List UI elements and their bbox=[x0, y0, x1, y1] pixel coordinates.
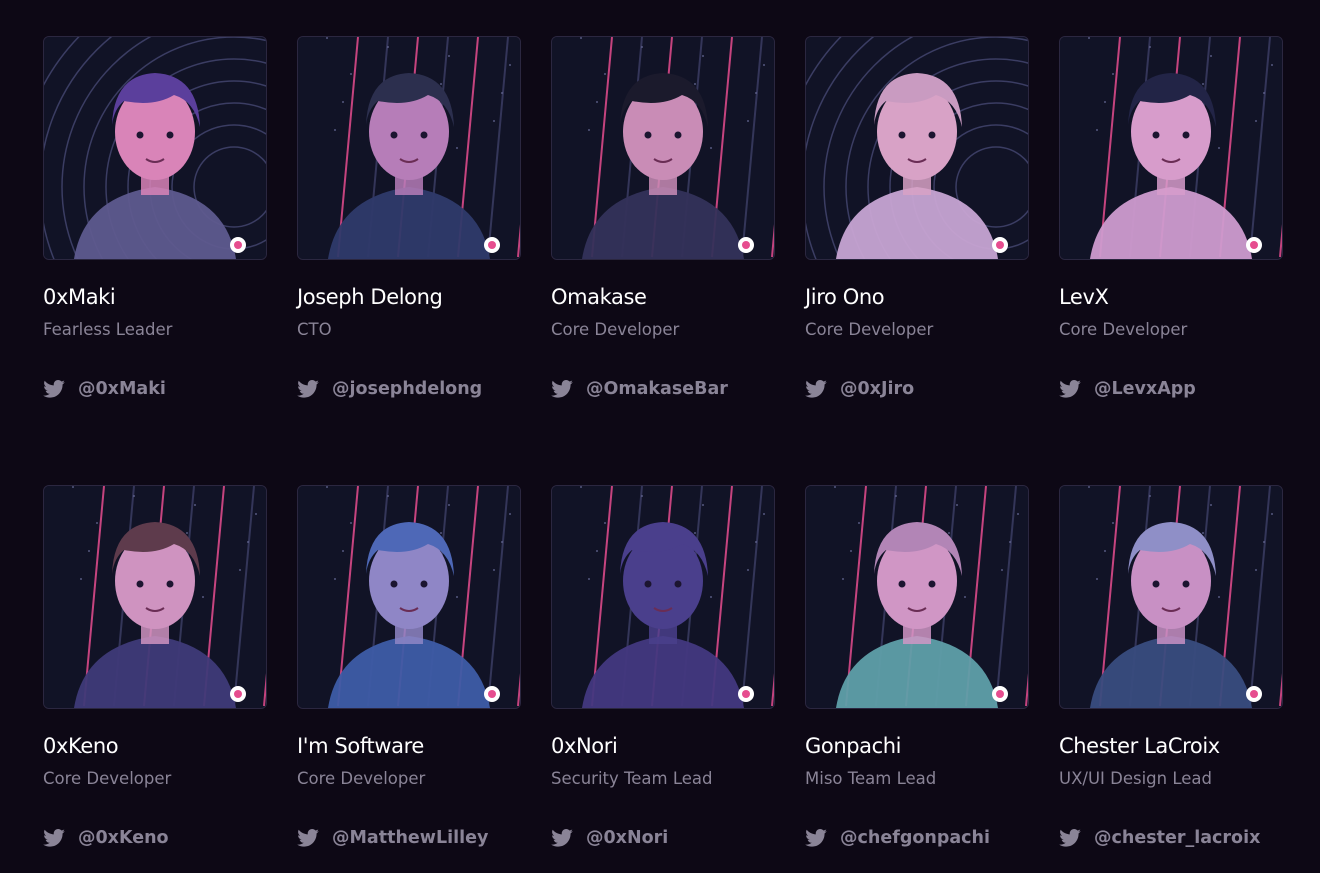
twitter-icon bbox=[551, 380, 573, 398]
twitter-handle: @MatthewLilley bbox=[332, 828, 489, 848]
member-role: Core Developer bbox=[43, 769, 172, 788]
member-role: Core Developer bbox=[297, 769, 426, 788]
twitter-link[interactable]: @OmakaseBar bbox=[551, 377, 728, 401]
twitter-link[interactable]: @josephdelong bbox=[297, 377, 482, 401]
member-role: Security Team Lead bbox=[551, 769, 713, 788]
avatar bbox=[551, 36, 775, 260]
twitter-handle: @chefgonpachi bbox=[840, 828, 990, 848]
avatar bbox=[297, 36, 521, 260]
member-name: 0xNori bbox=[551, 734, 618, 758]
avatar bbox=[551, 485, 775, 709]
avatar bbox=[805, 36, 1029, 260]
twitter-handle: @josephdelong bbox=[332, 379, 483, 399]
twitter-icon bbox=[43, 380, 65, 398]
member-name: Omakase bbox=[551, 285, 647, 309]
member-role: Core Developer bbox=[805, 320, 934, 339]
member-role: UX/UI Design Lead bbox=[1059, 769, 1212, 788]
twitter-handle: @0xNori bbox=[586, 828, 669, 848]
twitter-link[interactable]: @LevxApp bbox=[1059, 377, 1196, 401]
member-role: Core Developer bbox=[1059, 320, 1188, 339]
member-name: 0xKeno bbox=[43, 734, 119, 758]
member-name: I'm Software bbox=[297, 734, 424, 758]
member-name: Gonpachi bbox=[805, 734, 902, 758]
avatar bbox=[1059, 36, 1283, 260]
twitter-link[interactable]: @0xJiro bbox=[805, 377, 914, 401]
member-name: 0xMaki bbox=[43, 285, 116, 309]
avatar bbox=[43, 36, 267, 260]
twitter-handle: @OmakaseBar bbox=[586, 379, 728, 399]
member-role: CTO bbox=[297, 320, 332, 339]
twitter-link[interactable]: @0xKeno bbox=[43, 826, 169, 850]
member-name: Chester LaCroix bbox=[1059, 734, 1220, 758]
member-name: LevX bbox=[1059, 285, 1109, 309]
twitter-icon bbox=[1059, 380, 1081, 398]
member-role: Miso Team Lead bbox=[805, 769, 937, 788]
twitter-icon bbox=[297, 829, 319, 847]
twitter-handle: @0xJiro bbox=[840, 379, 915, 399]
twitter-icon bbox=[43, 829, 65, 847]
member-name: Jiro Ono bbox=[805, 285, 885, 309]
twitter-icon bbox=[805, 380, 827, 398]
avatar bbox=[43, 485, 267, 709]
twitter-icon bbox=[1059, 829, 1081, 847]
avatar bbox=[1059, 485, 1283, 709]
twitter-link[interactable]: @0xMaki bbox=[43, 377, 166, 401]
twitter-handle: @chester_lacroix bbox=[1094, 828, 1261, 848]
avatar bbox=[805, 485, 1029, 709]
member-role: Fearless Leader bbox=[43, 320, 173, 339]
twitter-handle: @0xKeno bbox=[78, 828, 169, 848]
twitter-link[interactable]: @0xNori bbox=[551, 826, 668, 850]
team-grid: 0xMaki Fearless Leader @0xMaki Joseph De… bbox=[0, 0, 1320, 873]
twitter-link[interactable]: @chester_lacroix bbox=[1059, 826, 1260, 850]
twitter-link[interactable]: @MatthewLilley bbox=[297, 826, 488, 850]
twitter-link[interactable]: @chefgonpachi bbox=[805, 826, 990, 850]
member-role: Core Developer bbox=[551, 320, 680, 339]
twitter-icon bbox=[551, 829, 573, 847]
twitter-icon bbox=[805, 829, 827, 847]
member-name: Joseph Delong bbox=[297, 285, 443, 309]
twitter-handle: @LevxApp bbox=[1094, 379, 1196, 399]
avatar bbox=[297, 485, 521, 709]
twitter-handle: @0xMaki bbox=[78, 379, 166, 399]
twitter-icon bbox=[297, 380, 319, 398]
